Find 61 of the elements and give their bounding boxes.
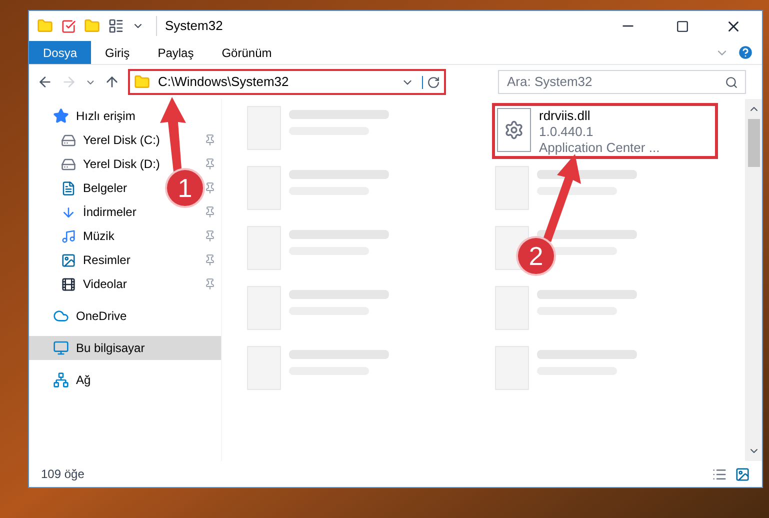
cloud-icon [53,308,69,324]
nav-item-label[interactable]: Bu bilgisayar [76,339,145,357]
nav-row[interactable]: Hızlı erişim [29,104,221,128]
arrow-icon [543,154,583,242]
maximize-icon[interactable] [676,20,689,32]
music-note-icon [61,228,76,244]
pin-icon[interactable] [204,278,216,290]
nav-item[interactable]: Müzik [83,227,114,245]
nav-item-label[interactable]: Ağ [76,371,91,389]
nav-item-label[interactable]: Hızlı erişim [76,107,136,125]
nav-item[interactable]: İndirmeler [83,203,136,221]
ribbon-tab[interactable]: Paylaş [144,41,208,64]
details-view-icon[interactable] [712,466,727,482]
nav-item-label[interactable]: OneDrive [76,307,127,325]
drive-icon [61,132,76,148]
search-field[interactable]: Ara: System32 [498,70,746,94]
ribbon-tab[interactable]: Giriş [91,41,144,64]
properties-icon[interactable] [108,18,124,34]
document-icon [61,180,76,196]
nav-item[interactable]: Videolar [83,275,127,293]
window-title: System32 [156,16,223,36]
search-icon [725,76,738,89]
scrollbar-thumb[interactable] [748,119,760,167]
folder-icon [134,74,150,90]
pin-icon[interactable] [204,182,216,194]
pin-icon[interactable] [204,206,216,218]
nav-item[interactable]: Yerel Disk (D:) [83,155,160,173]
ribbon-tab[interactable]: Dosya [29,41,92,64]
download-icon [61,204,76,220]
refresh-icon[interactable] [422,76,440,88]
help-icon[interactable] [737,44,754,61]
up-icon[interactable] [104,74,120,90]
file-detail: 1.0.440.1 [539,124,594,140]
selected-nav-item[interactable]: Bu bilgisayar [29,336,221,360]
scrollbar[interactable] [745,99,762,461]
file-item[interactable]: rdrviis.dll 1.0.440.1 Application Center ... [492,103,718,159]
file-name: rdrviis.dll [539,108,592,124]
nav-item[interactable]: Belgeler [83,179,128,197]
dll-file-icon [497,108,531,152]
network-icon [53,372,69,388]
checklist-icon[interactable] [61,18,76,34]
pin-icon[interactable] [204,254,216,266]
nav-item[interactable]: Resimler [83,251,130,269]
pin-icon[interactable] [204,230,216,242]
drive-icon [61,156,76,172]
ribbon-tab[interactable]: Görünüm [208,41,286,64]
address-path: C:\Windows\System32 [158,73,290,92]
nav-item[interactable]: Yerel Disk (C:) [83,131,160,149]
item-count: 109 öğe [41,466,84,483]
film-icon [61,276,76,292]
address-bar[interactable]: C:\Windows\System32 [128,69,446,95]
pin-icon[interactable] [204,158,216,170]
picture-icon [61,252,76,268]
back-icon[interactable] [37,74,53,90]
large-icons-view-icon[interactable] [735,466,750,482]
monitor-icon [53,340,69,356]
pin-icon[interactable] [204,134,216,146]
nav-row[interactable]: Ağ [29,368,221,392]
star-icon [53,108,69,124]
file-detail: Application Center ... [539,140,660,156]
nav-row[interactable]: OneDrive [29,304,221,328]
